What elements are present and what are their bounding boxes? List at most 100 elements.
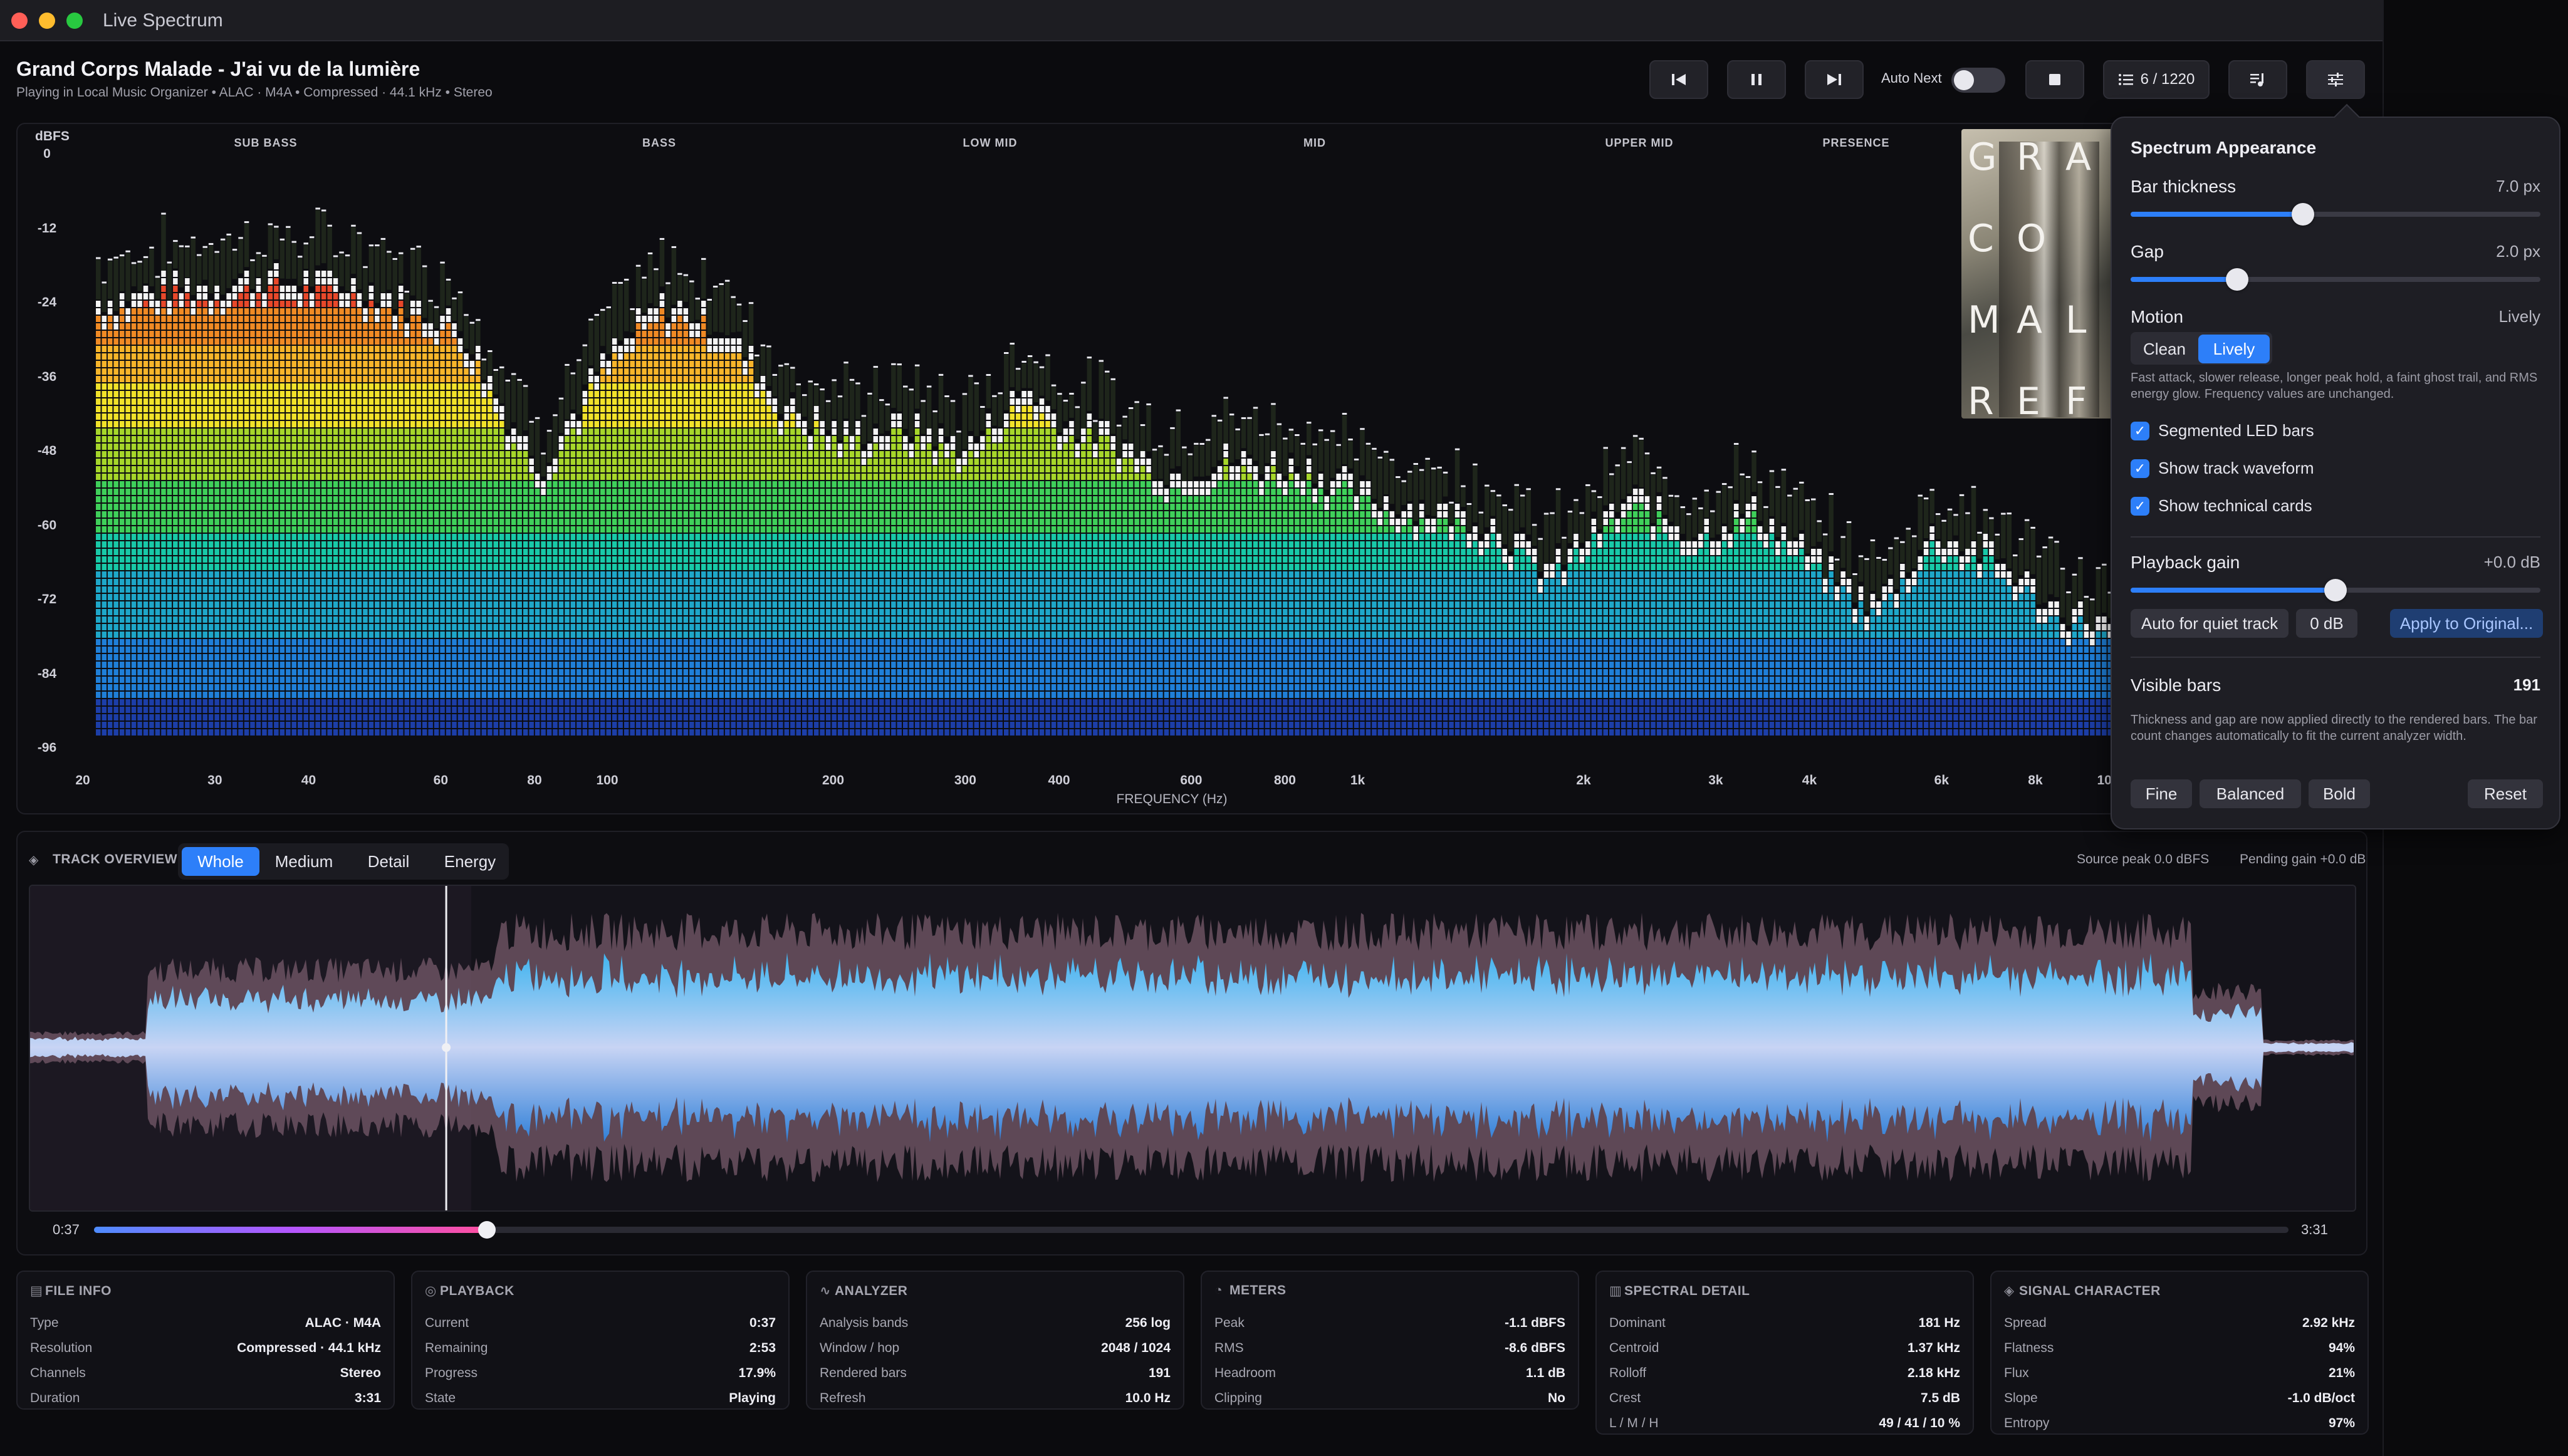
spectrum-segment bbox=[149, 323, 154, 330]
spectrum-segment bbox=[457, 699, 463, 705]
zoom-window-button[interactable] bbox=[66, 13, 83, 29]
spectrum-segment bbox=[440, 699, 445, 705]
spectrum-segment bbox=[149, 368, 154, 375]
spectrum-segment bbox=[315, 459, 320, 465]
spectrum-segment bbox=[452, 669, 457, 675]
spectrum-segment bbox=[113, 421, 118, 427]
spectrum-segment bbox=[399, 729, 404, 736]
spectrum-segment bbox=[291, 474, 296, 480]
spectrum-segment bbox=[505, 496, 510, 502]
previous-track-button[interactable] bbox=[1649, 60, 1708, 99]
spectrum-segment bbox=[131, 436, 137, 442]
spectrum-segment bbox=[268, 444, 273, 450]
spectrum-segment bbox=[214, 286, 219, 292]
spectrum-segment bbox=[588, 624, 593, 630]
pause-button[interactable] bbox=[1727, 60, 1786, 99]
spectrum-segment bbox=[250, 714, 255, 720]
spectrum-segment bbox=[303, 609, 308, 615]
spectrum-segment bbox=[107, 556, 113, 563]
spectrum-segment bbox=[546, 489, 552, 495]
spectrum-segment bbox=[380, 586, 386, 593]
spectrum-segment bbox=[309, 421, 315, 427]
spectrum-segment bbox=[161, 647, 166, 653]
spectrum-segment bbox=[262, 564, 267, 570]
appearance-settings-button[interactable] bbox=[2306, 60, 2365, 99]
spectrum-segment bbox=[553, 519, 558, 525]
auto-next-toggle[interactable] bbox=[1951, 68, 2005, 93]
spectrum-segment bbox=[582, 684, 588, 690]
spectrum-segment bbox=[476, 361, 481, 367]
spectrum-segment bbox=[606, 609, 611, 615]
music-library-button[interactable] bbox=[2228, 60, 2287, 99]
spectrum-segment bbox=[380, 429, 386, 435]
spectrum-segment bbox=[529, 616, 534, 623]
spectrum-segment bbox=[553, 459, 558, 465]
spectrum-segment bbox=[161, 564, 166, 570]
spectrum-segment bbox=[375, 526, 380, 533]
spectrum-segment bbox=[197, 571, 202, 578]
queue-button[interactable]: 6 / 1220 bbox=[2103, 60, 2210, 99]
peak-hold bbox=[499, 366, 504, 368]
minimize-window-button[interactable] bbox=[39, 13, 55, 29]
spectrum-segment bbox=[387, 647, 392, 653]
spectrum-segment bbox=[279, 481, 285, 487]
spectrum-segment bbox=[476, 534, 481, 540]
spectrum-segment bbox=[303, 361, 308, 367]
spectrum-segment bbox=[357, 293, 362, 299]
spectrum-segment bbox=[226, 368, 231, 375]
spectrum-segment bbox=[191, 692, 196, 698]
spectrum-segment bbox=[535, 549, 540, 555]
spectrum-segment bbox=[481, 421, 487, 427]
spectrum-segment bbox=[505, 489, 510, 495]
spectrum-segment bbox=[256, 564, 261, 570]
spectrum-segment bbox=[399, 459, 404, 465]
spectrum-segment bbox=[197, 286, 202, 292]
spectrum-segment bbox=[149, 541, 154, 548]
spectrum-segment bbox=[119, 406, 125, 412]
spectrum-segment bbox=[380, 541, 386, 548]
close-window-button[interactable] bbox=[11, 13, 28, 29]
spectrum-segment bbox=[232, 346, 237, 352]
spectrum-segment bbox=[232, 571, 237, 578]
spectrum-segment bbox=[339, 474, 344, 480]
spectrum-segment bbox=[434, 331, 439, 337]
spectrum-segment bbox=[380, 511, 386, 517]
spectrum-segment bbox=[262, 436, 267, 442]
spectrum-segment bbox=[155, 466, 160, 472]
spectrum-segment bbox=[553, 549, 558, 555]
spectrum-segment bbox=[434, 601, 439, 608]
spectrum-segment bbox=[541, 481, 546, 487]
spectrum-segment bbox=[96, 526, 101, 533]
peak-hold bbox=[161, 212, 166, 215]
spectrum-segment bbox=[380, 549, 386, 555]
spectrum-segment bbox=[286, 662, 291, 668]
spectrum-segment bbox=[505, 586, 510, 593]
spectrum-segment bbox=[321, 361, 326, 367]
spectrum-segment bbox=[333, 331, 338, 337]
spectrum-segment bbox=[582, 406, 588, 412]
spectrum-segment bbox=[226, 526, 231, 533]
next-track-button[interactable] bbox=[1805, 60, 1864, 99]
peak-hold bbox=[286, 226, 291, 228]
spectrum-segment bbox=[558, 444, 564, 450]
spectrum-segment bbox=[505, 707, 510, 713]
spectrum-segment bbox=[226, 564, 231, 570]
spectrum-segment bbox=[286, 429, 291, 435]
spectrum-segment bbox=[214, 511, 219, 517]
spectrum-segment bbox=[469, 699, 475, 705]
spectrum-segment bbox=[333, 376, 338, 382]
spectrum-segment bbox=[410, 609, 415, 615]
spectrum-segment bbox=[380, 519, 386, 525]
spectrum-segment bbox=[577, 474, 582, 480]
spectrum-segment bbox=[321, 722, 326, 728]
spectrum-segment bbox=[481, 481, 487, 487]
spectrum-segment bbox=[303, 519, 308, 525]
spectrum-segment bbox=[179, 383, 184, 390]
spectrum-segment bbox=[102, 609, 107, 615]
spectrum-segment bbox=[392, 519, 397, 525]
spectrum-segment bbox=[309, 639, 315, 645]
spectrum-segment bbox=[298, 519, 303, 525]
stop-button[interactable] bbox=[2025, 60, 2084, 99]
spectrum-segment bbox=[155, 338, 160, 345]
spectrum-segment bbox=[594, 429, 599, 435]
